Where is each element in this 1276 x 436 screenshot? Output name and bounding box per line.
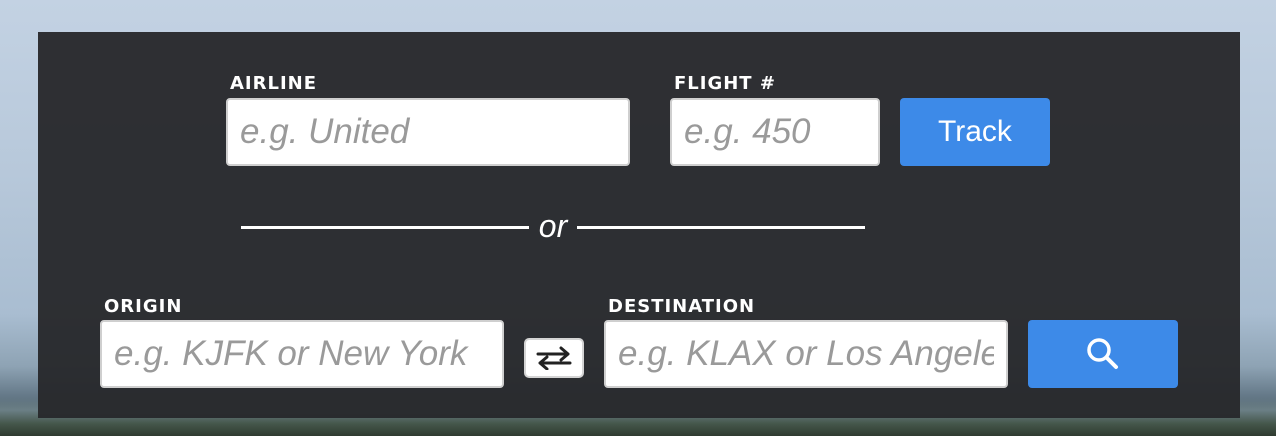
destination-label: DESTINATION: [608, 296, 756, 317]
flight-number-label: FLIGHT #: [674, 73, 776, 94]
magnifier-icon: [1087, 338, 1118, 369]
divider-line-right: [577, 226, 865, 229]
track-button[interactable]: Track: [900, 98, 1050, 166]
airline-input[interactable]: [226, 98, 630, 166]
or-divider-text: or: [538, 208, 568, 244]
search-button[interactable]: [1028, 320, 1178, 388]
divider-line-left: [241, 226, 529, 229]
origin-input[interactable]: [100, 320, 504, 388]
swap-button[interactable]: [524, 338, 584, 378]
swap-arrows-icon: [536, 346, 572, 370]
flight-number-input[interactable]: [670, 98, 880, 166]
airline-label: AIRLINE: [230, 73, 318, 94]
destination-input[interactable]: [604, 320, 1008, 388]
origin-label: ORIGIN: [104, 296, 183, 317]
